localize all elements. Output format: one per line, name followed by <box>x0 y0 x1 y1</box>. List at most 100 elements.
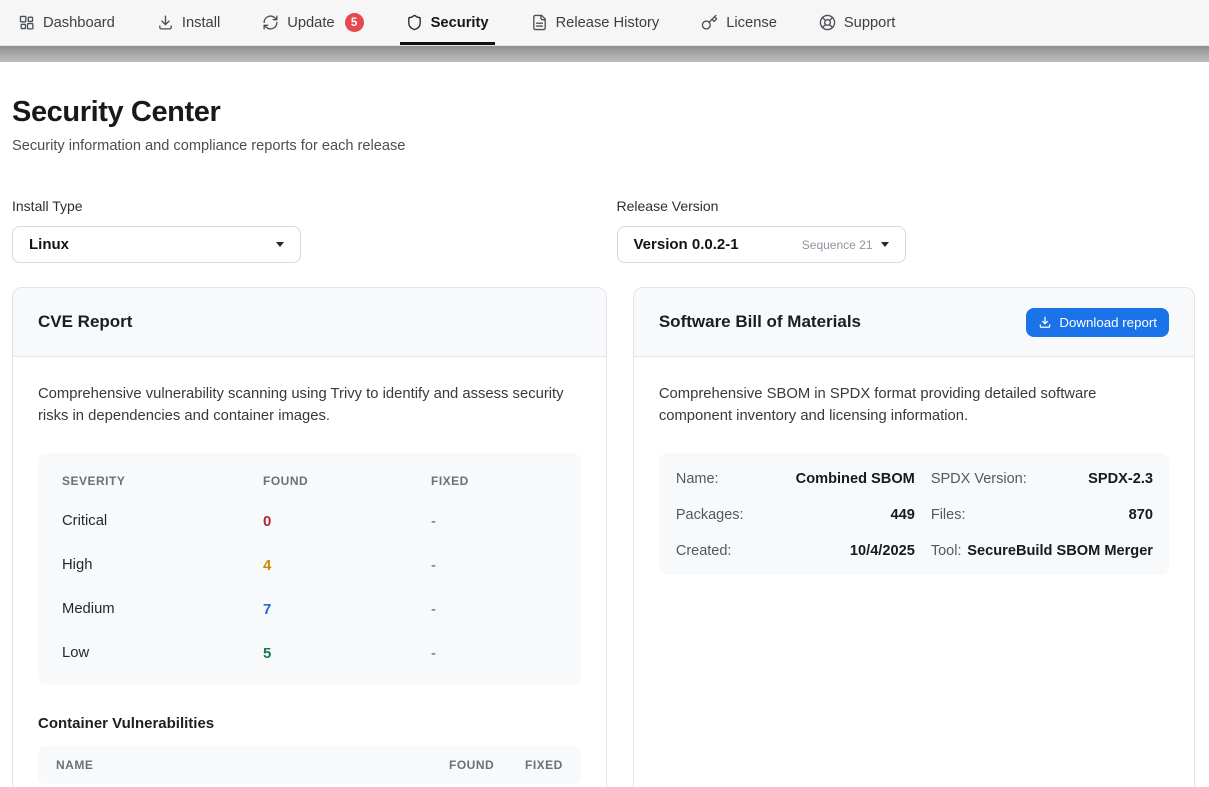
detail-value: 449 <box>890 507 914 523</box>
detail-value: 10/4/2025 <box>850 543 915 559</box>
chevron-down-icon <box>276 242 284 247</box>
found-count: 0 <box>263 513 431 530</box>
fixed-count: - <box>431 601 557 618</box>
release-version-filter: Release Version Version 0.0.2-1 Sequence… <box>617 198 1196 263</box>
nav-label: Security <box>431 15 489 31</box>
nav-item-support[interactable]: Support <box>819 0 895 45</box>
nav-item-dashboard[interactable]: Dashboard <box>18 0 115 45</box>
cve-card-body: Comprehensive vulnerability scanning usi… <box>13 357 606 787</box>
severity-label: Critical <box>62 513 263 529</box>
security-center-page: Security Center Security information and… <box>0 96 1209 787</box>
severity-table: SEVERITY FOUND FIXED Critical 0 - High 4… <box>38 453 581 685</box>
sbom-description: Comprehensive SBOM in SPDX format provid… <box>659 384 1169 427</box>
sbom-card-body: Comprehensive SBOM in SPDX format provid… <box>634 357 1194 602</box>
sbom-detail-name: Name: Combined SBOM <box>676 471 915 487</box>
download-report-label: Download report <box>1059 315 1157 330</box>
install-type-select[interactable]: Linux <box>12 226 301 263</box>
table-row-medium: Medium 7 - <box>38 587 581 631</box>
table-row-high: High 4 - <box>38 543 581 587</box>
detail-label: Files: <box>931 507 966 523</box>
fixed-count: - <box>431 557 557 574</box>
download-icon <box>157 14 174 31</box>
filters-row: Install Type Linux Release Version Versi… <box>12 198 1195 263</box>
sbom-detail-files: Files: 870 <box>931 507 1153 523</box>
release-sequence-label: Sequence 21 <box>802 238 873 252</box>
page-subtitle: Security information and compliance repo… <box>12 138 1195 154</box>
detail-value: Combined SBOM <box>796 471 915 487</box>
refresh-icon <box>262 14 279 31</box>
page-title: Security Center <box>12 96 1195 129</box>
download-report-button[interactable]: Download report <box>1026 308 1169 337</box>
severity-table-header: SEVERITY FOUND FIXED <box>38 463 581 499</box>
sbom-card: Software Bill of Materials Download repo… <box>633 287 1195 787</box>
sbom-card-title: Software Bill of Materials <box>659 312 861 332</box>
table-row-critical: Critical 0 - <box>38 499 581 543</box>
nav-item-install[interactable]: Install <box>157 0 220 45</box>
sbom-detail-spdx-version: SPDX Version: SPDX-2.3 <box>931 471 1153 487</box>
download-icon <box>1038 315 1052 329</box>
sbom-details-row: Packages: 449 Files: 870 <box>676 497 1153 533</box>
severity-label: Low <box>62 645 263 661</box>
found-count: 4 <box>263 557 431 574</box>
detail-label: Created: <box>676 543 732 559</box>
column-header-severity: SEVERITY <box>62 474 263 488</box>
detail-label: Packages: <box>676 507 744 523</box>
cve-description: Comprehensive vulnerability scanning usi… <box>38 384 581 427</box>
cve-report-card: CVE Report Comprehensive vulnerability s… <box>12 287 607 787</box>
update-count-badge: 5 <box>345 13 364 32</box>
nav-item-security[interactable]: Security <box>406 0 489 45</box>
nav-label: Install <box>182 15 220 31</box>
severity-label: Medium <box>62 601 263 617</box>
install-type-label: Install Type <box>12 198 591 214</box>
nav-item-license[interactable]: License <box>701 0 777 45</box>
detail-label: Name: <box>676 471 719 487</box>
column-header-found: FOUND <box>449 758 525 772</box>
detail-label: Tool: <box>931 543 962 559</box>
key-icon <box>701 14 718 31</box>
sbom-card-header: Software Bill of Materials Download repo… <box>634 288 1194 357</box>
release-version-label: Release Version <box>617 198 1196 214</box>
release-version-value: Version 0.0.2-1 <box>634 236 739 253</box>
sbom-detail-tool: Tool: SecureBuild SBOM Merger <box>931 543 1153 559</box>
top-nav: Dashboard Install Update 5 Security <box>0 0 1209 46</box>
nav-label: Dashboard <box>43 15 115 31</box>
container-table-header: NAME FOUND FIXED <box>38 746 581 784</box>
found-count: 5 <box>263 645 431 662</box>
nav-label: License <box>726 15 777 31</box>
sbom-details: Name: Combined SBOM SPDX Version: SPDX-2… <box>659 453 1169 575</box>
nav-label: Update <box>287 15 334 31</box>
fixed-count: - <box>431 645 557 662</box>
detail-value: 870 <box>1129 507 1153 523</box>
sbom-details-row: Created: 10/4/2025 Tool: SecureBuild SBO… <box>676 533 1153 569</box>
nav-label: Release History <box>556 15 660 31</box>
nav-label: Support <box>844 15 895 31</box>
found-count: 7 <box>263 601 431 618</box>
column-header-name: NAME <box>56 758 449 772</box>
column-header-fixed: FIXED <box>431 474 557 488</box>
column-header-fixed: FIXED <box>525 758 563 772</box>
column-header-found: FOUND <box>263 474 431 488</box>
chevron-down-icon <box>881 242 889 247</box>
report-cards: CVE Report Comprehensive vulnerability s… <box>12 287 1195 787</box>
document-icon <box>531 14 548 31</box>
lifebuoy-icon <box>819 14 836 31</box>
sbom-detail-packages: Packages: 449 <box>676 507 915 523</box>
cve-card-title: CVE Report <box>38 312 132 332</box>
nav-item-update[interactable]: Update 5 <box>262 0 363 45</box>
shield-icon <box>406 14 423 31</box>
detail-label: SPDX Version: <box>931 471 1027 487</box>
header-shadow <box>0 46 1209 62</box>
severity-label: High <box>62 557 263 573</box>
sbom-detail-created: Created: 10/4/2025 <box>676 543 915 559</box>
fixed-count: - <box>431 513 557 530</box>
release-version-select[interactable]: Version 0.0.2-1 Sequence 21 <box>617 226 906 263</box>
cve-card-header: CVE Report <box>13 288 606 357</box>
install-type-filter: Install Type Linux <box>12 198 591 263</box>
dashboard-icon <box>18 14 35 31</box>
install-type-value: Linux <box>29 236 69 253</box>
detail-value: SPDX-2.3 <box>1088 471 1153 487</box>
detail-value: SecureBuild SBOM Merger <box>967 543 1153 559</box>
nav-item-release-history[interactable]: Release History <box>531 0 660 45</box>
table-row-low: Low 5 - <box>38 631 581 675</box>
container-vulnerabilities-title: Container Vulnerabilities <box>38 715 581 732</box>
